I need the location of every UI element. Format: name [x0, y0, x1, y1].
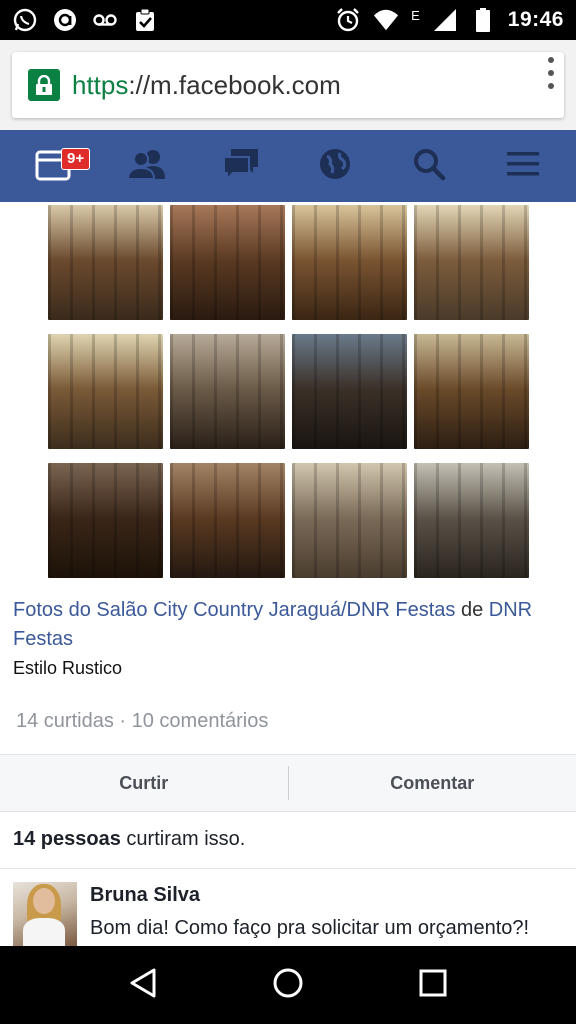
menu-icon	[506, 150, 540, 183]
album-link[interactable]: Fotos do Salão City Country Jaraguá/DNR …	[13, 599, 455, 621]
nav-globe[interactable]	[307, 138, 363, 194]
recents-button[interactable]	[403, 955, 463, 1015]
search-icon	[412, 147, 446, 186]
likes-text: curtiram isso.	[120, 828, 246, 850]
browser-toolbar: https://m.facebook.com	[0, 40, 576, 130]
photo-thumbnail[interactable]	[414, 463, 529, 578]
system-nav-bar	[0, 946, 576, 1024]
post-title: Fotos do Salão City Country Jaraguá/DNR …	[13, 596, 553, 654]
browser-menu-icon[interactable]	[546, 57, 556, 89]
app-notification-icon	[52, 7, 78, 33]
signal-icon	[432, 7, 458, 33]
url-host: ://m.facebook.com	[128, 69, 341, 100]
clock-time: 19:46	[507, 8, 564, 31]
photo-thumbnail[interactable]	[48, 334, 163, 449]
post-caption: Estilo Rustico	[13, 658, 123, 678]
photo-thumbnail[interactable]	[48, 463, 163, 578]
home-button[interactable]	[258, 955, 318, 1015]
network-type-label: E	[411, 7, 420, 23]
photo-thumbnail[interactable]	[292, 463, 407, 578]
comment: Bruna Silva Bom dia! Como faço pra solic…	[13, 882, 563, 946]
home-icon	[272, 967, 304, 1004]
photo-thumbnail[interactable]	[170, 334, 285, 449]
status-bar: E 19:46	[0, 0, 576, 40]
clipboard-check-icon	[132, 7, 158, 33]
whatsapp-icon	[12, 7, 38, 33]
like-button[interactable]: Curtir	[0, 773, 288, 794]
comment-button[interactable]: Comentar	[289, 773, 576, 794]
post-actions: Curtir Comentar	[0, 754, 576, 812]
alarm-icon	[335, 7, 361, 33]
recents-icon	[418, 968, 448, 1003]
likes-summary[interactable]: 14 pessoas curtiram isso.	[0, 813, 576, 869]
messages-icon	[221, 147, 261, 186]
back-icon	[128, 967, 158, 1004]
notification-badge: 9+	[61, 148, 91, 170]
photo-thumbnail[interactable]	[414, 205, 529, 320]
photo-thumbnail[interactable]	[170, 205, 285, 320]
photo-thumbnail[interactable]	[48, 205, 163, 320]
wifi-icon	[373, 7, 399, 33]
url-text[interactable]: https://m.facebook.com	[72, 70, 341, 101]
nav-search[interactable]	[401, 138, 457, 194]
url-scheme: https	[72, 69, 129, 100]
photo-grid	[48, 205, 529, 578]
secure-lock-icon[interactable]	[28, 69, 60, 101]
photo-thumbnail[interactable]	[414, 334, 529, 449]
globe-icon	[318, 147, 352, 186]
facebook-nav-bar: 9+	[0, 130, 576, 202]
voicemail-icon	[92, 7, 118, 33]
battery-icon	[470, 7, 496, 33]
nav-feed[interactable]: 9+	[25, 138, 91, 194]
friends-icon	[126, 148, 167, 185]
nav-menu[interactable]	[495, 138, 551, 194]
photo-thumbnail[interactable]	[170, 463, 285, 578]
photo-thumbnail[interactable]	[292, 205, 407, 320]
post-content: Fotos do Salão City Country Jaraguá/DNR …	[0, 202, 576, 946]
title-connector: de	[455, 599, 489, 621]
back-button[interactable]	[113, 955, 173, 1015]
comment-text: Bom dia! Como faço pra solicitar um orça…	[90, 917, 530, 939]
nav-friends[interactable]	[119, 138, 175, 194]
avatar[interactable]	[13, 882, 77, 946]
comment-author[interactable]: Bruna Silva	[90, 884, 550, 907]
nav-messages[interactable]	[213, 138, 269, 194]
post-stats[interactable]: 14 curtidas · 10 comentários	[16, 710, 268, 733]
address-bar[interactable]: https://m.facebook.com	[12, 52, 564, 118]
photo-thumbnail[interactable]	[292, 334, 407, 449]
likes-count: 14 pessoas	[13, 828, 121, 850]
